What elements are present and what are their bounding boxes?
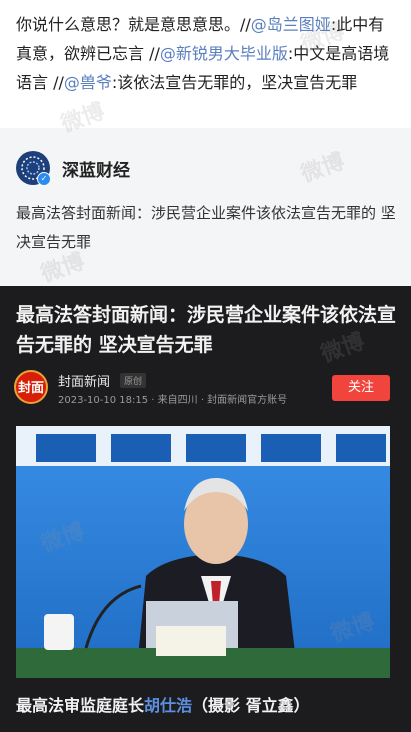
mention-link[interactable]: @兽爷 (64, 73, 112, 92)
caption-text: （摄影 胥立鑫） (192, 696, 310, 715)
article-meta: 2023-10-10 18:15 · 来自四川 · 封面新闻官方账号 (58, 395, 288, 406)
repost-author-name[interactable]: 深蓝财经 (62, 156, 130, 181)
original-badge: 原创 (120, 373, 147, 388)
caption-name-link[interactable]: 胡仕浩 (144, 696, 192, 715)
verified-icon: ✓ (37, 172, 51, 186)
mention-link[interactable]: @新锐男大毕业版 (160, 44, 288, 63)
repost-author-row[interactable]: 深蓝财经 (16, 150, 130, 186)
caption-text: 最高法审监庭庭长 (16, 696, 145, 715)
source-logo[interactable]: 封面 (14, 370, 48, 404)
comment-text-part: :该依法宣告无罪的，坚决宣告无罪 (111, 73, 358, 92)
source-name[interactable]: 封面新闻 (58, 371, 110, 390)
follow-button[interactable]: 关注 (332, 375, 390, 401)
comment-text-part: 你说什么意思？就是意思意思。// (16, 15, 251, 34)
comment-text: 你说什么意思？就是意思意思。//@岛兰图娅:此中有真意，欲辨已忘言 //@新锐男… (16, 10, 400, 97)
photo-caption: 最高法审监庭庭长胡仕浩（摄影 胥立鑫） (16, 692, 400, 716)
